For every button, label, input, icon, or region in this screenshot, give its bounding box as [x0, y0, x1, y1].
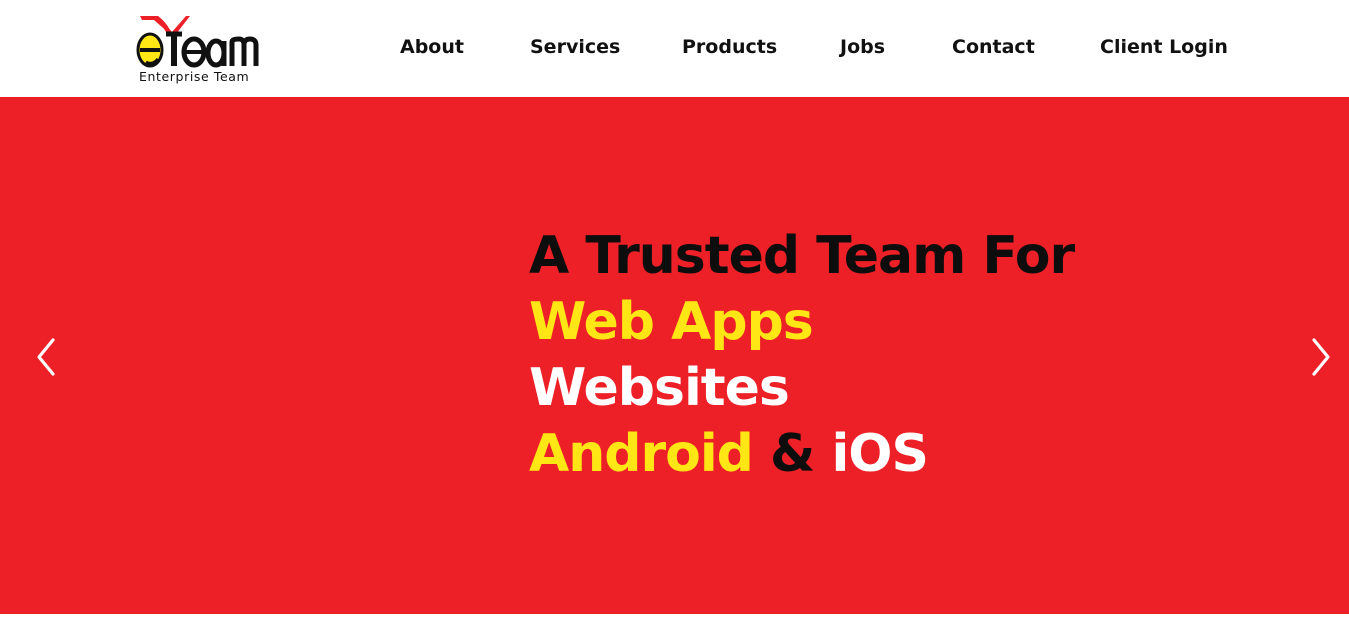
hero-line-4: Android & iOS	[529, 421, 1074, 487]
nav-item-jobs[interactable]: Jobs	[840, 36, 885, 58]
carousel-prev-button[interactable]	[31, 337, 61, 377]
hero-carousel: A Trusted Team For Web Apps Websites And…	[0, 97, 1349, 614]
hero-line-4-ampersand: &	[752, 424, 832, 484]
nav-item-contact[interactable]: Contact	[952, 36, 1035, 58]
logo-mark-icon	[136, 16, 259, 68]
chevron-left-icon	[37, 338, 55, 376]
hero-line-1: A Trusted Team For	[529, 226, 1075, 286]
hero-line-2: Web Apps	[529, 292, 814, 352]
nav-item-products[interactable]: Products	[682, 36, 777, 58]
carousel-next-button[interactable]	[1306, 337, 1336, 377]
site-header: Enterprise Team About Services Products …	[0, 0, 1349, 97]
page-bottom-strip	[0, 614, 1349, 625]
hero-line-4-android: Android	[529, 424, 754, 484]
hero-line-4-ios: iOS	[831, 424, 928, 484]
hero-headline: A Trusted Team For Web Apps Websites And…	[529, 223, 1075, 487]
logo-tagline: Enterprise Team	[139, 69, 250, 84]
chevron-right-icon	[1312, 338, 1330, 376]
nav-item-services[interactable]: Services	[530, 36, 620, 58]
nav-item-client-login[interactable]: Client Login	[1100, 36, 1228, 58]
logo[interactable]: Enterprise Team	[136, 12, 260, 86]
nav-item-about[interactable]: About	[400, 36, 464, 58]
hero-line-3: Websites	[529, 358, 790, 418]
